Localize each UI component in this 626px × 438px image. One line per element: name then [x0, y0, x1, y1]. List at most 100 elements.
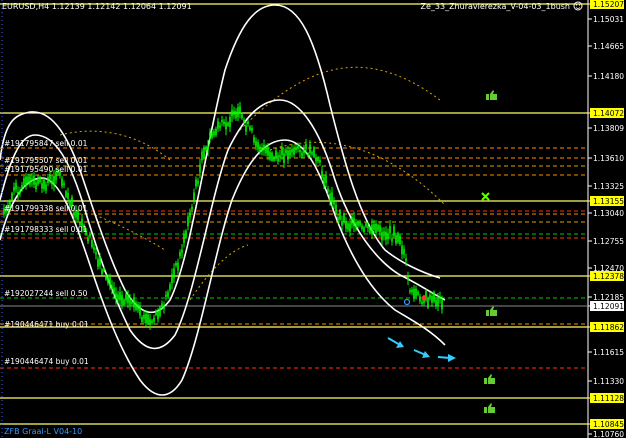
indicator-title: Ze_33_Zhuravlerezka_V-04-03_1bush: [420, 2, 570, 11]
candle-body: [429, 294, 431, 298]
price-tick-label: 1.13610: [593, 154, 624, 163]
candle-body: [325, 175, 327, 183]
candle-body: [141, 317, 143, 323]
candle-body: [41, 183, 43, 189]
candle-body: [279, 154, 281, 158]
candle-body: [285, 149, 287, 154]
candle-body: [123, 299, 125, 305]
candle-body: [87, 237, 89, 242]
order-label: #191795490 sell 0.01: [4, 165, 88, 174]
candle-body: [105, 275, 107, 280]
candle-body: [221, 119, 223, 123]
candle-body: [195, 179, 197, 187]
candle-body: [415, 288, 417, 297]
candle-body: [53, 175, 55, 186]
candle-body: [391, 238, 393, 242]
candle-body: [241, 114, 243, 119]
candle-body: [211, 131, 213, 138]
candle-body: [247, 121, 249, 125]
candle-body: [275, 150, 277, 159]
candle-body: [233, 110, 235, 116]
candle-body: [393, 226, 395, 237]
candle-body: [51, 180, 53, 185]
candle-body: [307, 153, 309, 157]
candle-body: [231, 109, 233, 117]
candle-body: [291, 149, 293, 153]
candle-body: [345, 221, 347, 229]
candle-body: [113, 287, 115, 294]
candle-body: [173, 268, 175, 278]
candle-body: [203, 147, 205, 158]
candle-body: [179, 252, 181, 257]
price-tick-label: 1.11615: [593, 348, 624, 357]
price-tick-label: 1.15207: [593, 0, 624, 9]
candle-body: [227, 122, 229, 126]
candle-body: [131, 301, 133, 304]
order-label: #191799338 sell 0.01: [4, 204, 88, 213]
price-tick-label: 1.15031: [593, 15, 624, 24]
candle-body: [139, 305, 141, 316]
candle-body: [63, 183, 65, 186]
candle-body: [255, 141, 257, 147]
candle-body: [67, 192, 69, 199]
candle-body: [361, 225, 363, 229]
candle-body: [229, 116, 231, 127]
price-tick-label: 1.11330: [593, 377, 624, 386]
price-tick-label: 1.11128: [593, 394, 624, 403]
candle-body: [155, 310, 157, 316]
candle-body: [327, 188, 329, 192]
candle-body: [177, 262, 179, 271]
candle-body: [245, 125, 247, 132]
candle-body: [213, 130, 215, 136]
candle-body: [305, 144, 307, 150]
candle-body: [383, 231, 385, 237]
candle-body: [281, 147, 283, 155]
candle-body: [137, 304, 139, 311]
candle-body: [273, 156, 275, 161]
candle-body: [419, 296, 421, 302]
candle-body: [395, 235, 397, 244]
candle-body: [11, 193, 13, 201]
candle-body: [251, 127, 253, 131]
candle-body: [13, 186, 15, 191]
candle-body: [181, 249, 183, 253]
candle-body: [187, 216, 189, 227]
candle-body: [263, 144, 265, 151]
candle-body: [199, 164, 201, 173]
candle-body: [91, 240, 93, 248]
order-label: #192027244 sell 0.50: [4, 289, 88, 298]
candle-body: [249, 126, 251, 130]
candle-body: [119, 292, 121, 301]
price-tick-label: 1.14180: [593, 72, 624, 81]
candle-body: [147, 314, 149, 324]
candle-body: [17, 191, 19, 195]
candle-body: [287, 150, 289, 160]
candle-body: [375, 223, 377, 234]
candle-body: [261, 147, 263, 152]
candle-body: [417, 291, 419, 295]
price-tick-label: 1.14665: [593, 42, 624, 51]
candle-body: [93, 247, 95, 250]
candle-body: [217, 121, 219, 129]
candle-body: [297, 146, 299, 149]
candle-body: [371, 224, 373, 234]
candle-body: [135, 302, 137, 310]
candle-body: [359, 221, 361, 226]
price-chart[interactable]: #191795847 sell 0.01 #191795507 sell 0.01…: [0, 0, 626, 438]
candle-body: [349, 223, 351, 232]
candle-body: [397, 233, 399, 243]
candle-body: [315, 157, 317, 162]
price-tick-label: 1.13809: [593, 124, 624, 133]
price-tick-label: 1.12091: [593, 302, 624, 311]
candle-body: [323, 177, 325, 187]
candle-body: [37, 177, 39, 185]
candle-body: [237, 107, 239, 117]
candle-body: [49, 175, 51, 179]
chart-window[interactable]: #191795847 sell 0.01 #191795507 sell 0.01…: [0, 0, 626, 438]
candle-body: [197, 180, 199, 184]
candle-body: [165, 294, 167, 297]
candle-body: [381, 232, 383, 241]
candle-body: [319, 159, 321, 163]
candle-body: [267, 147, 269, 156]
candle-body: [367, 225, 369, 229]
